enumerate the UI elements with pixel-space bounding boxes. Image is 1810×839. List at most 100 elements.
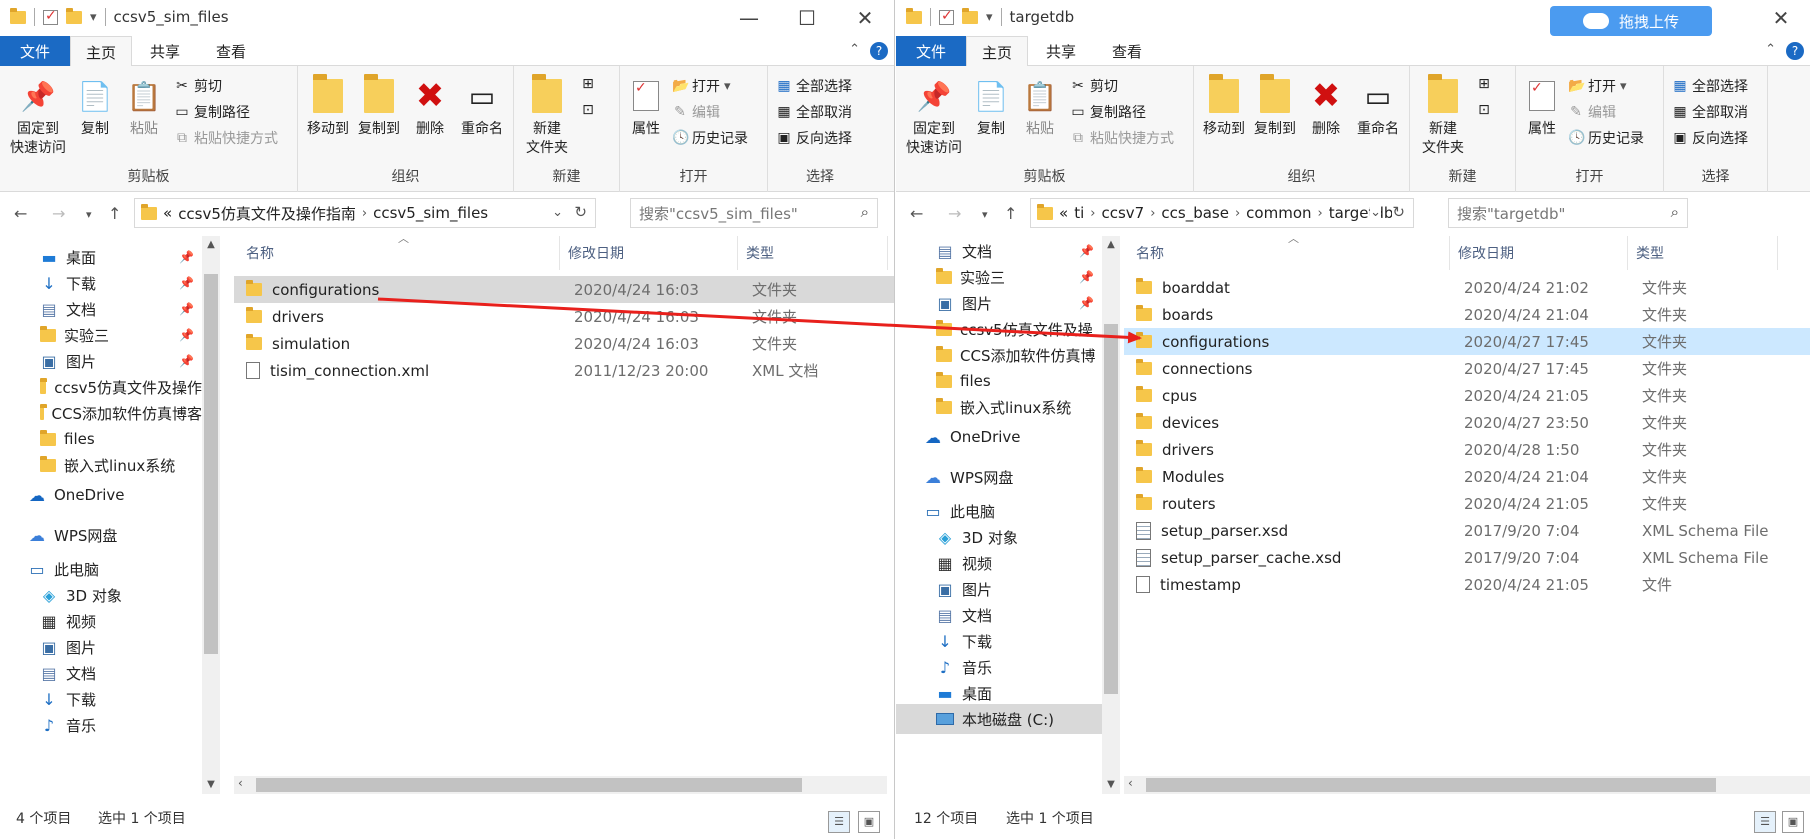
nav-item-嵌入式linux系统[interactable]: 嵌入式linux系统 <box>896 392 1102 422</box>
file-row-modules[interactable]: Modules 2020/4/24 21:04 文件夹 <box>1124 463 1810 490</box>
collapse-ribbon-icon[interactable]: ⌃ <box>1765 42 1776 57</box>
pin-to-quick-access-button[interactable]: 📌 固定到 快速访问 <box>6 74 70 158</box>
help-icon[interactable]: ? <box>870 42 888 60</box>
file-row-configurations[interactable]: configurations 2020/4/27 17:45 文件夹 <box>1124 328 1810 355</box>
breadcrumb-item[interactable]: common <box>1246 204 1311 222</box>
new-item-button[interactable]: ⊞ <box>580 76 596 92</box>
cut-button[interactable]: ✂ 剪切 <box>174 76 222 96</box>
scroll-down-icon[interactable]: ▼ <box>202 776 220 794</box>
details-view-icon[interactable]: ☰ <box>1754 811 1776 833</box>
invert-selection-button[interactable]: ▣ 反向选择 <box>776 128 852 148</box>
new-folder-button[interactable]: 新建 文件夹 <box>522 74 572 158</box>
refresh-icon[interactable]: ↻ <box>1392 203 1405 221</box>
rename-button[interactable]: ▭ 重命名 <box>1352 74 1404 139</box>
easy-access-button[interactable]: ⊡ <box>1476 102 1492 118</box>
move-to-button[interactable]: 移动到 <box>1200 74 1248 139</box>
tab-view[interactable]: 查看 <box>200 36 262 66</box>
open-button[interactable]: 📂 打开 ▾ <box>672 76 731 96</box>
details-view-icon[interactable]: ☰ <box>828 811 850 833</box>
properties-button[interactable]: 属性 <box>1522 74 1562 139</box>
nav-item-wps网盘[interactable]: ☁ WPS网盘 <box>896 462 1102 492</box>
nav-item-wps网盘[interactable]: ☁ WPS网盘 <box>0 520 202 550</box>
scroll-left-icon[interactable]: ‹ <box>1128 776 1133 790</box>
scrollbar-thumb[interactable] <box>1146 778 1716 792</box>
rename-button[interactable]: ▭ 重命名 <box>456 74 508 139</box>
file-row-simulation[interactable]: simulation 2020/4/24 16:03 文件夹 <box>234 330 894 357</box>
address-bar[interactable]: « ccsv5仿真文件及操作指南 › ccsv5_sim_files ⌄ ↻ <box>134 198 596 228</box>
column-header-date[interactable]: 修改日期 <box>1450 236 1628 270</box>
search-icon[interactable]: ⌕ <box>861 203 869 221</box>
collapse-ribbon-icon[interactable]: ⌃ <box>849 42 860 57</box>
breadcrumb-separator-icon[interactable]: › <box>362 206 367 221</box>
nav-scrollbar[interactable]: ▲ ▼ <box>1102 236 1120 794</box>
new-folder-quick-icon[interactable] <box>962 7 978 24</box>
breadcrumb-item[interactable]: ccsv5_sim_files <box>373 204 488 222</box>
scroll-down-icon[interactable]: ▼ <box>1102 776 1120 794</box>
new-folder-button[interactable]: 新建 文件夹 <box>1418 74 1468 158</box>
back-icon[interactable]: ← <box>910 204 923 223</box>
properties-quick-icon[interactable] <box>43 8 58 25</box>
scrollbar-thumb[interactable] <box>1104 324 1118 694</box>
large-icons-view-icon[interactable]: ▣ <box>1782 811 1804 833</box>
tab-file[interactable]: 文件 <box>0 36 70 66</box>
nav-item-嵌入式linux系统[interactable]: 嵌入式linux系统 <box>0 450 202 480</box>
properties-button[interactable]: 属性 <box>626 74 666 139</box>
breadcrumb-separator-icon[interactable]: › <box>1150 206 1155 221</box>
new-item-button[interactable]: ⊞ <box>1476 76 1492 92</box>
search-icon[interactable]: ⌕ <box>1671 203 1679 221</box>
recent-locations-icon[interactable]: ▾ <box>982 208 988 221</box>
recent-locations-icon[interactable]: ▾ <box>86 208 92 221</box>
open-button[interactable]: 📂 打开 ▾ <box>1568 76 1627 96</box>
file-row-boarddat[interactable]: boarddat 2020/4/24 21:02 文件夹 <box>1124 274 1810 301</box>
column-header-type[interactable]: 类型 <box>738 236 888 270</box>
back-icon[interactable]: ← <box>14 204 27 223</box>
overflow-chevron[interactable]: « <box>1059 204 1068 222</box>
column-header-date[interactable]: 修改日期 <box>560 236 738 270</box>
search-input[interactable]: 搜索"ccsv5_sim_files" ⌕ <box>630 198 878 228</box>
copy-to-button[interactable]: 复制到 <box>1250 74 1300 139</box>
breadcrumb-item[interactable]: ccs_base <box>1161 204 1229 222</box>
file-row-drivers[interactable]: drivers 2020/4/24 16:03 文件夹 <box>234 303 894 330</box>
history-button[interactable]: 🕓 历史记录 <box>1568 128 1644 148</box>
cut-button[interactable]: ✂ 剪切 <box>1070 76 1118 96</box>
customize-quick-access-icon[interactable]: ▾ <box>986 10 993 25</box>
help-icon[interactable]: ? <box>1786 42 1804 60</box>
paste-button[interactable]: 📋 粘贴 <box>122 74 166 139</box>
copy-button[interactable]: 📄 复制 <box>74 74 116 139</box>
copy-path-button[interactable]: ▭ 复制路径 <box>174 102 250 122</box>
breadcrumb-item[interactable]: targetdb <box>1329 204 1394 222</box>
drag-upload-button[interactable]: 拖拽上传 <box>1550 6 1712 36</box>
edit-button[interactable]: ✎ 编辑 <box>672 102 720 122</box>
horizontal-scrollbar[interactable]: ‹ <box>234 776 887 794</box>
select-all-button[interactable]: ▦ 全部选择 <box>1672 76 1748 96</box>
forward-icon[interactable]: → <box>948 204 961 223</box>
up-icon[interactable]: ↑ <box>1004 204 1017 223</box>
address-dropdown-icon[interactable]: ⌄ <box>1370 205 1381 220</box>
tab-home[interactable]: 主页 <box>966 36 1028 67</box>
file-row-cpus[interactable]: cpus 2020/4/24 21:05 文件夹 <box>1124 382 1810 409</box>
invert-selection-button[interactable]: ▣ 反向选择 <box>1672 128 1748 148</box>
nav-item-onedrive[interactable]: ☁ OneDrive <box>896 422 1102 452</box>
close-icon[interactable]: ✕ <box>836 0 894 36</box>
file-row-tisim-connection-xml[interactable]: tisim_connection.xml 2011/12/23 20:00 XML … <box>234 357 894 384</box>
address-dropdown-icon[interactable]: ⌄ <box>552 205 563 220</box>
edit-button[interactable]: ✎ 编辑 <box>1568 102 1616 122</box>
file-row-setup-parser-xsd[interactable]: setup_parser.xsd 2017/9/20 7:04 XML Schema… <box>1124 517 1810 544</box>
tab-view[interactable]: 查看 <box>1096 36 1158 66</box>
refresh-icon[interactable]: ↻ <box>574 203 587 221</box>
breadcrumb-item[interactable]: ccsv7 <box>1101 204 1144 222</box>
up-icon[interactable]: ↑ <box>108 204 121 223</box>
address-bar[interactable]: « ti › ccsv7 › ccs_base › common › targe… <box>1030 198 1414 228</box>
search-input[interactable]: 搜索"targetdb" ⌕ <box>1448 198 1688 228</box>
tab-share[interactable]: 共享 <box>135 36 195 66</box>
select-none-button[interactable]: ▦ 全部取消 <box>1672 102 1748 122</box>
easy-access-button[interactable]: ⊡ <box>580 102 596 118</box>
copy-path-button[interactable]: ▭ 复制路径 <box>1070 102 1146 122</box>
file-row-connections[interactable]: connections 2020/4/27 17:45 文件夹 <box>1124 355 1810 382</box>
scroll-up-icon[interactable]: ▲ <box>202 236 220 254</box>
tab-share[interactable]: 共享 <box>1031 36 1091 66</box>
copy-button[interactable]: 📄 复制 <box>970 74 1012 139</box>
nav-item-onedrive[interactable]: ☁ OneDrive <box>0 480 202 510</box>
history-button[interactable]: 🕓 历史记录 <box>672 128 748 148</box>
large-icons-view-icon[interactable]: ▣ <box>858 811 880 833</box>
